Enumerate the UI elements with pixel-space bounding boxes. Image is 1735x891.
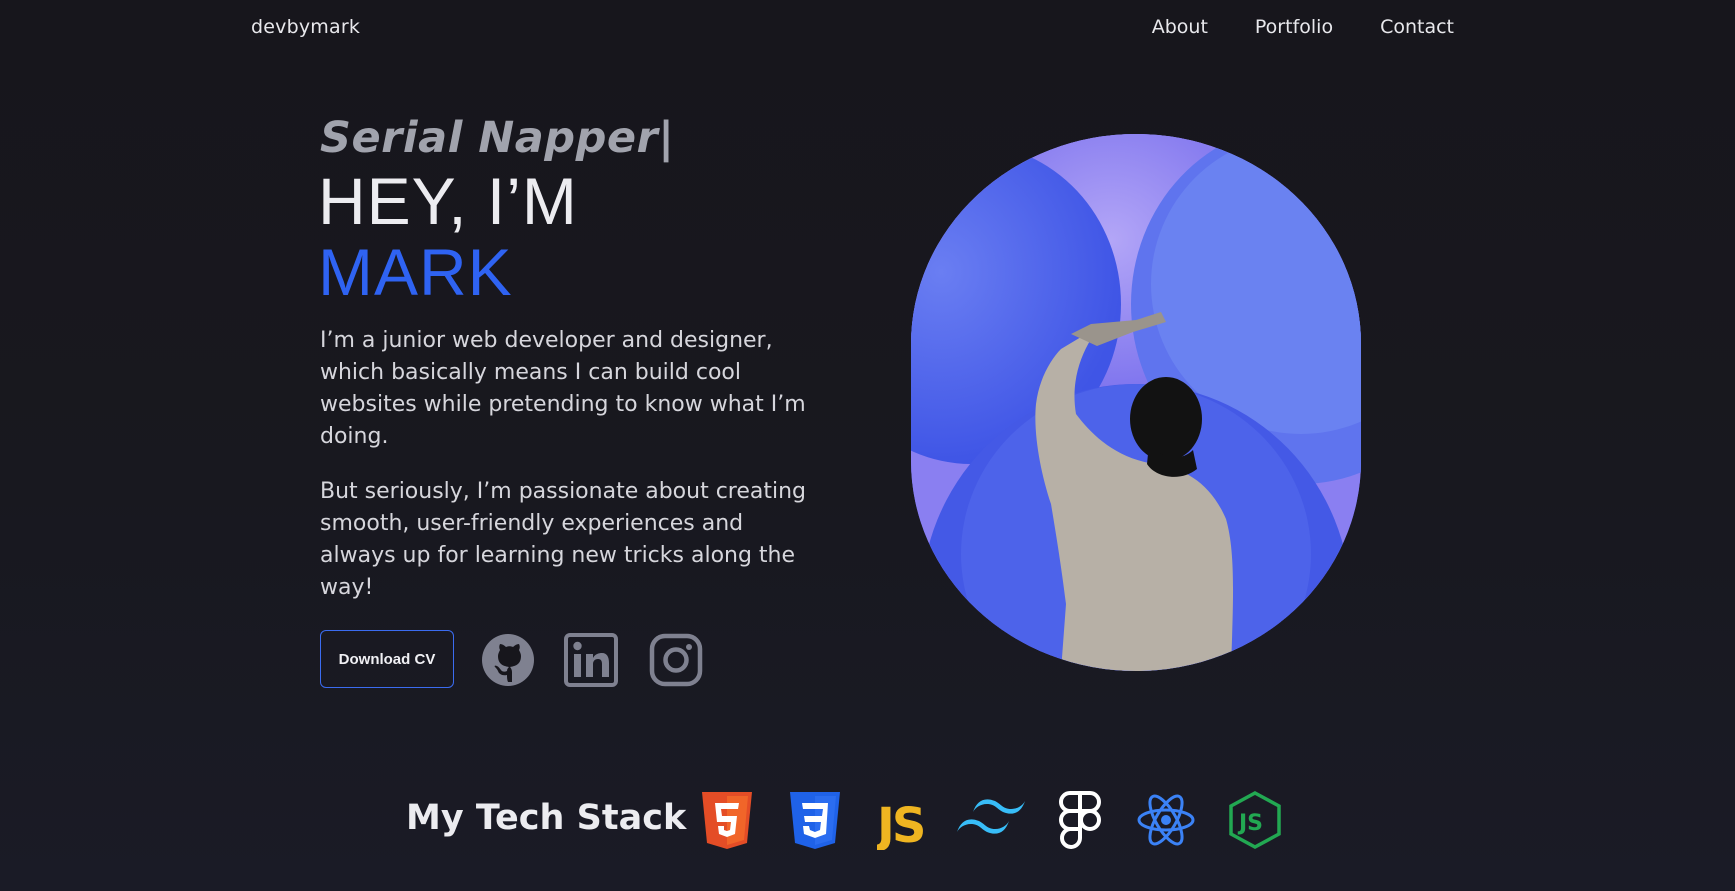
download-cv-button[interactable]: Download CV (320, 630, 454, 688)
typed-tagline: Serial Napper| (320, 113, 674, 163)
instagram-icon[interactable] (648, 632, 704, 688)
profile-photo (911, 134, 1361, 671)
nav-portfolio-link[interactable]: Portfolio (1255, 16, 1333, 38)
page: devbymark About Portfolio Contact Serial… (0, 0, 1735, 891)
svg-text:JS: JS (877, 798, 924, 850)
svg-text:JS: JS (1237, 811, 1263, 836)
figma-icon (1059, 791, 1101, 849)
main-nav: About Portfolio Contact (1152, 16, 1454, 38)
passion-paragraph: But seriously, I’m passionate about crea… (320, 479, 807, 600)
hero-name: MARK (318, 235, 513, 309)
tailwind-icon (957, 799, 1025, 834)
javascript-icon: JS (877, 798, 927, 850)
nav-contact-link[interactable]: Contact (1380, 16, 1454, 38)
typing-caret: | (658, 113, 675, 163)
css3-icon (790, 792, 840, 849)
tagline-text: Serial Napper (320, 113, 659, 163)
react-icon (1137, 794, 1195, 846)
linkedin-icon[interactable] (563, 632, 619, 688)
hero-greeting: HEY, I’M (318, 164, 578, 238)
site-logo[interactable]: devbymark (251, 16, 360, 38)
github-icon[interactable] (480, 632, 536, 688)
html5-icon (702, 792, 752, 849)
profile-photo-art (911, 134, 1361, 671)
tech-stack-title: My Tech Stack (406, 798, 687, 838)
nodejs-icon: JS (1229, 791, 1281, 849)
intro-paragraph: I’m a junior web developer and designer,… (320, 328, 806, 449)
nav-about-link[interactable]: About (1152, 16, 1208, 38)
